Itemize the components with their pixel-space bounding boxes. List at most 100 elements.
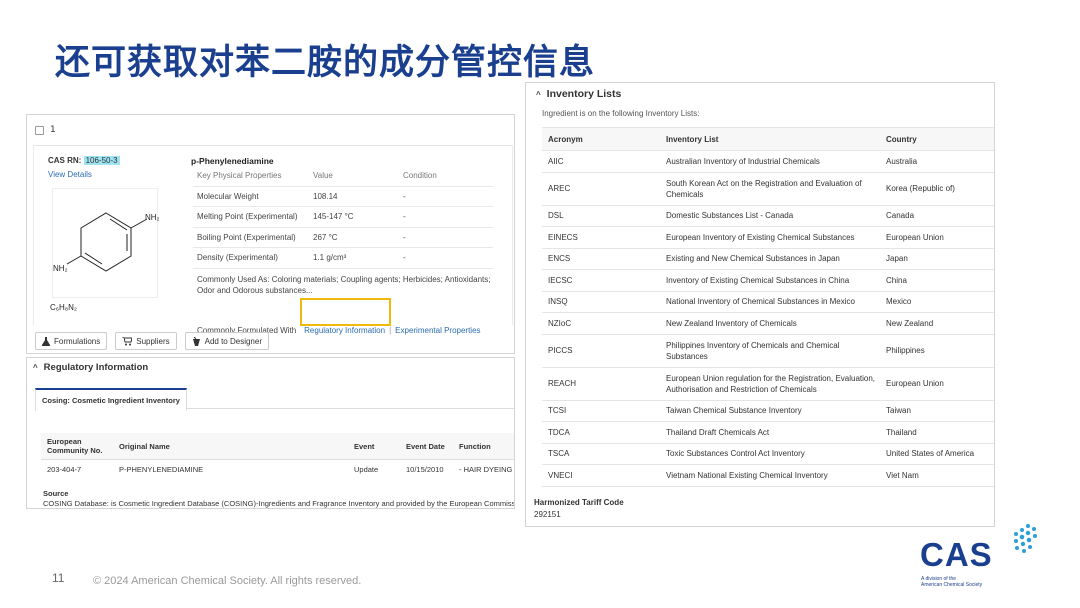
beaker-icon	[192, 336, 200, 346]
highlight-frame	[300, 298, 391, 326]
table-row: Boiling Point (Experimental) 267 °C -	[193, 228, 493, 248]
property-value: 108.14	[313, 191, 338, 201]
column-header: Value	[313, 171, 333, 181]
property-name: Melting Point (Experimental)	[197, 212, 298, 222]
original-name: P-PHENYLENEDIAMINE	[119, 464, 204, 474]
table-row: ENCS Existing and New Chemical Substances…	[542, 249, 994, 270]
table-row: TSCA Toxic Substances Control Act Invento…	[542, 444, 994, 465]
tab-cosing[interactable]: Cosing: Cosmetic Ingredient Inventory	[35, 388, 187, 411]
harmonized-tariff-code: 292151	[534, 510, 561, 519]
inventory-list-name: European Inventory of Existing Chemical …	[666, 232, 855, 242]
table-row: AIIC Australian Inventory of Industrial C…	[542, 151, 994, 173]
suppliers-label: Suppliers	[136, 336, 170, 346]
formulations-button[interactable]: Formulations	[35, 332, 108, 350]
property-name: Boiling Point (Experimental)	[197, 232, 296, 242]
country: Mexico	[886, 297, 912, 307]
cas-logo-subtitle-line2: American Chemical Society	[921, 582, 983, 588]
compound-name[interactable]: p-Phenylenediamine	[191, 156, 274, 166]
country: European Union	[886, 232, 944, 242]
acronym: PICCS	[548, 346, 573, 355]
cas-logo: CAS A division of the American Chemical …	[920, 522, 1040, 592]
country: Japan	[886, 254, 908, 264]
country: Philippines	[886, 346, 925, 355]
inventory-table: Acronym Inventory List Country AIIC Austr…	[542, 127, 994, 487]
column-header: Inventory List	[666, 134, 719, 144]
acronym: EINECS	[548, 232, 578, 242]
column-header: Key Physical Properties	[197, 171, 282, 181]
cas-label: CAS RN:	[48, 156, 82, 165]
country: Viet Nam	[886, 470, 919, 480]
table-row: Melting Point (Experimental) 145-147 °C …	[193, 207, 493, 228]
property-value: 1.1 g/cm³	[313, 253, 347, 263]
table-row: Molecular Weight 108.14 -	[193, 187, 493, 207]
property-condition: -	[403, 253, 406, 263]
select-checkbox[interactable]	[35, 125, 44, 135]
suppliers-button[interactable]: Suppliers	[115, 332, 177, 350]
acronym: IECSC	[548, 275, 573, 285]
inventory-list-name: European Union regulation for the Regist…	[666, 373, 876, 394]
flask-icon	[42, 336, 50, 346]
source-label: Source	[43, 489, 69, 498]
section-title: Regulatory Information	[43, 362, 149, 373]
inventory-list-name: Vietnam National Existing Chemical Inven…	[666, 470, 828, 480]
event: Update	[354, 464, 379, 474]
country: Canada	[886, 211, 915, 221]
source-text: COSING Database: is Cosmetic Ingredient …	[43, 499, 515, 508]
column-header: Country	[886, 134, 917, 144]
add-to-designer-button[interactable]: Add to Designer	[184, 332, 269, 350]
amine-label-top: NH₂	[145, 213, 159, 222]
commonly-used-as: Commonly Used As: Coloring materials; Co…	[197, 275, 491, 295]
inventory-list-name: Taiwan Chemical Substance Inventory	[666, 406, 802, 416]
country: Taiwan	[886, 406, 911, 416]
chevron-up-icon: ^	[536, 89, 541, 99]
country: United States of America	[886, 449, 975, 459]
table-row: AREC South Korean Act on the Registration…	[542, 173, 994, 206]
column-header: Original Name	[119, 441, 170, 451]
acronym: VNECI	[548, 470, 573, 480]
cas-number[interactable]: 106-50-3	[83, 156, 120, 165]
inventory-list-name: Toxic Substances Control Act Inventory	[666, 449, 805, 459]
amine-label-bottom: NH₂	[53, 264, 68, 273]
table-row: VNECI Vietnam National Existing Chemical …	[542, 465, 994, 487]
regulatory-section-header[interactable]: ^ Regulatory Information	[33, 362, 148, 373]
ec-number: 203-404-7	[47, 464, 82, 474]
table-row: DSL Domestic Substances List - Canada Cana…	[542, 206, 994, 227]
column-header: Function	[459, 441, 491, 451]
table-row: TDCA Thailand Draft Chemicals Act Thailand	[542, 422, 994, 444]
cas-molecule-icon	[1014, 524, 1037, 553]
table-row: 203-404-7 P-PHENYLENEDIAMINE Update 10/1…	[41, 460, 514, 478]
result-index: 1	[50, 125, 56, 135]
acronym: TCSI	[548, 406, 567, 416]
column-header: Condition	[403, 171, 437, 181]
chevron-up-icon: ^	[33, 363, 38, 372]
table-header: Acronym Inventory List Country	[542, 128, 994, 151]
inventory-list-name: Philippines Inventory of Chemicals and C…	[666, 340, 840, 361]
country: New Zealand	[886, 318, 934, 328]
country: European Union	[886, 379, 944, 388]
inventory-list-name: New Zealand Inventory of Chemicals	[666, 318, 797, 328]
country: Thailand	[886, 427, 917, 437]
property-condition: -	[403, 232, 406, 242]
molecular-formula: C₆H₈N₂	[50, 303, 77, 312]
table-row: Density (Experimental) 1.1 g/cm³ -	[193, 248, 493, 269]
acronym: DSL	[548, 211, 564, 221]
acronym: AREC	[548, 184, 571, 193]
inventory-subtitle: Ingredient is on the following Inventory…	[542, 109, 700, 118]
chemical-structure: NH₂ NH₂	[52, 188, 160, 298]
country: Korea (Republic of)	[886, 184, 955, 193]
substance-result-card: 1 CAS RN: 106-50-3 View Details NH₂ NH₂	[26, 114, 515, 354]
table-header: European Community No. Original Name Eve…	[41, 433, 514, 460]
table-row: TCSI Taiwan Chemical Substance Inventory T…	[542, 401, 994, 422]
column-header: Event Date	[406, 441, 445, 451]
experimental-properties-link[interactable]: Experimental Properties	[395, 326, 480, 335]
country: Australia	[886, 156, 918, 166]
inventory-section-header[interactable]: ^ Inventory Lists	[536, 88, 621, 100]
country: China	[886, 275, 907, 285]
copyright-notice: © 2024 American Chemical Society. All ri…	[93, 575, 362, 587]
table-row: IECSC Inventory of Existing Chemical Subs…	[542, 270, 994, 292]
regulatory-information-link[interactable]: Regulatory Information	[304, 326, 385, 335]
view-details-link[interactable]: View Details	[48, 170, 92, 179]
inventory-list-name: South Korean Act on the Registration and…	[666, 178, 862, 199]
harmonized-tariff-label: Harmonized Tariff Code	[534, 498, 624, 507]
cas-rn: CAS RN: 106-50-3	[48, 156, 120, 165]
